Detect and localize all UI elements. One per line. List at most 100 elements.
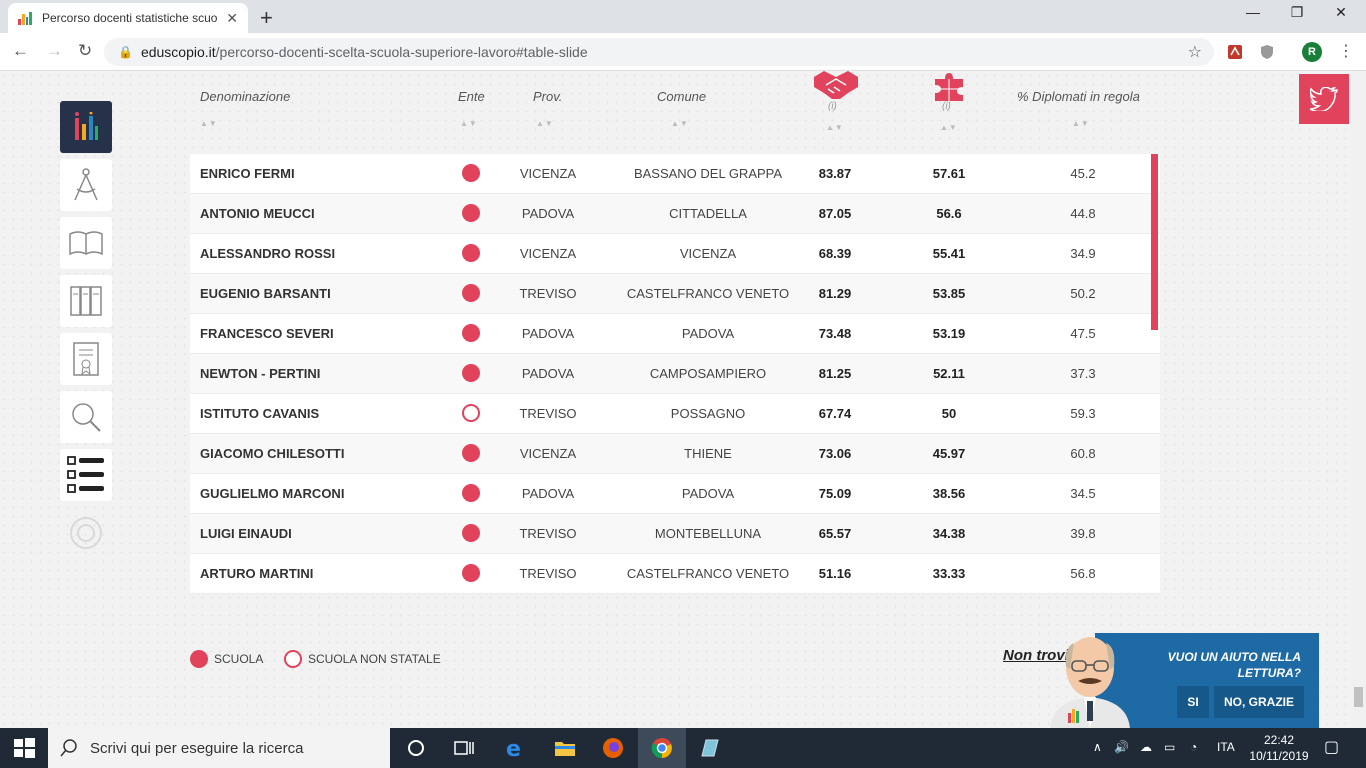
firefox-icon[interactable] [601, 736, 625, 760]
twitter-button[interactable] [1299, 74, 1349, 124]
profile-avatar[interactable]: R [1302, 42, 1322, 62]
cortana-icon[interactable] [404, 736, 428, 760]
scrollbar-thumb[interactable] [1354, 687, 1363, 707]
table-row[interactable]: ALESSANDRO ROSSI VICENZA VICENZA 68.39 55.41… [190, 234, 1160, 274]
table-row[interactable]: EUGENIO BARSANTI TREVISO CASTELFRANCO VENE… [190, 274, 1160, 314]
cell-v1: 81.25 [818, 366, 852, 381]
table-row[interactable]: ARTURO MARTINI TREVISO CASTELFRANCO VENETO… [190, 554, 1160, 594]
minimize-button[interactable]: — [1230, 4, 1276, 20]
header-comune[interactable]: Comune [657, 89, 706, 104]
battery-icon[interactable]: ▭ [1164, 740, 1175, 754]
forward-arrow-icon[interactable]: → [46, 41, 63, 61]
browser-menu-icon[interactable]: ⋮ [1338, 41, 1354, 61]
cell-v3: 37.3 [1070, 366, 1096, 381]
table-row[interactable]: NEWTON - PERTINI PADOVA CAMPOSAMPIERO 81.25… [190, 354, 1160, 394]
help-yes-button[interactable]: SI [1177, 686, 1209, 718]
sidebar-item-certificate[interactable] [60, 333, 112, 385]
sidebar-item-compass[interactable] [60, 159, 112, 211]
windows-taskbar: Scrivi qui per eseguire la ricerca e ∧ 🔊… [0, 728, 1366, 768]
language-indicator[interactable]: ITA [1217, 740, 1235, 754]
header-ente[interactable]: Ente [458, 89, 485, 104]
volume-icon[interactable]: 🔊 [1114, 740, 1129, 754]
cell-name[interactable]: GIACOMO CHILESOTTI [200, 434, 440, 474]
help-no-button[interactable]: NO, GRAZIE [1214, 686, 1304, 718]
reload-icon[interactable]: ↻ [78, 41, 92, 61]
sort-arrows-icon[interactable]: ▲▼ [826, 123, 844, 132]
browser-tab[interactable]: Percorso docenti statistiche scuo ✕ [8, 3, 248, 33]
cell-name[interactable]: LUIGI EINAUDI [200, 514, 440, 554]
header-diplomati[interactable]: % Diplomati in regola [1017, 89, 1140, 104]
outline-dot-icon [462, 404, 480, 423]
sidebar-item-search[interactable] [60, 391, 112, 443]
sort-arrows-icon[interactable]: ▲▼ [1072, 119, 1090, 128]
notebook-app-icon[interactable] [698, 736, 722, 760]
sort-arrows-icon[interactable]: ▲▼ [460, 119, 478, 128]
cell-name[interactable]: EUGENIO BARSANTI [200, 274, 440, 314]
cell-comune: POSSAGNO [670, 406, 746, 421]
table-row[interactable]: FRANCESCO SEVERI PADOVA PADOVA 73.48 53.19 47… [190, 314, 1160, 354]
list-icon [67, 456, 104, 493]
table-scroll-indicator[interactable] [1151, 154, 1158, 330]
cell-ente [451, 194, 491, 234]
cell-name[interactable]: ISTITUTO CAVANIS [200, 394, 440, 434]
cell-name[interactable]: FRANCESCO SEVERI [200, 314, 440, 354]
tray-expand-icon[interactable]: ∧ [1093, 740, 1102, 754]
file-explorer-icon[interactable] [553, 736, 577, 760]
taskbar-clock[interactable]: 22:42 10/11/2019 [1244, 732, 1314, 764]
sort-arrows-icon[interactable]: ▲▼ [200, 119, 218, 128]
sidebar-item-books[interactable] [60, 275, 112, 327]
pdf-extension-icon[interactable] [1227, 44, 1243, 60]
onedrive-icon[interactable]: ☁ [1140, 740, 1152, 754]
notifications-icon[interactable]: ▢ [1324, 737, 1339, 757]
table-row[interactable]: ENRICO FERMI VICENZA BASSANO DEL GRAPPA 83.… [190, 154, 1160, 194]
cell-v1: 51.16 [818, 566, 852, 581]
clock-time: 22:42 [1263, 733, 1295, 747]
window-close-button[interactable]: ✕ [1318, 4, 1364, 21]
cell-prov: PADOVA [521, 206, 575, 221]
table-row[interactable]: LUIGI EINAUDI TREVISO MONTEBELLUNA 65.57 34.… [190, 514, 1160, 554]
sort-arrows-icon[interactable]: ▲▼ [536, 119, 554, 128]
task-view-icon[interactable] [452, 736, 476, 760]
sort-arrows-icon[interactable]: ▲▼ [940, 123, 958, 132]
cell-name[interactable]: NEWTON - PERTINI [200, 354, 440, 394]
table-row[interactable]: GIACOMO CHILESOTTI VICENZA THIENE 73.06 45.9… [190, 434, 1160, 474]
taskbar-search[interactable]: Scrivi qui per eseguire la ricerca [48, 728, 390, 768]
info-icon[interactable]: (i) [942, 101, 951, 112]
cell-name[interactable]: GUGLIELMO MARCONI [200, 474, 440, 514]
restore-button[interactable]: ❐ [1274, 4, 1320, 21]
new-tab-button[interactable]: + [260, 5, 273, 31]
address-toolbar: ← → ↻ 🔒 eduscopio.it /percorso-docenti-s… [0, 33, 1366, 71]
cell-comune: THIENE [684, 446, 732, 461]
table-row[interactable]: ISTITUTO CAVANIS TREVISO POSSAGNO 67.74 50 59… [190, 394, 1160, 434]
cell-v2: 53.85 [932, 286, 966, 301]
compass-icon [74, 168, 98, 201]
filled-dot-icon [190, 650, 208, 668]
sidebar-item-list[interactable] [60, 449, 112, 501]
tab-close-icon[interactable]: ✕ [226, 10, 238, 27]
sort-arrows-icon[interactable]: ▲▼ [671, 119, 689, 128]
url-bar[interactable]: 🔒 eduscopio.it /percorso-docenti-scelta-… [104, 38, 1214, 66]
sidebar-item-book[interactable] [60, 217, 112, 269]
chrome-icon[interactable] [650, 736, 674, 760]
page-scrollbar[interactable] [1351, 71, 1366, 728]
cell-name[interactable]: ANTONIO MEUCCI [200, 194, 440, 234]
windows-start-icon[interactable] [12, 736, 36, 760]
cell-ente [451, 314, 491, 354]
header-prov[interactable]: Prov. [533, 89, 562, 104]
edge-icon[interactable]: e [503, 736, 527, 760]
cell-name[interactable]: ARTURO MARTINI [200, 554, 440, 594]
cell-name[interactable]: ENRICO FERMI [200, 154, 440, 194]
cell-name[interactable]: ALESSANDRO ROSSI [200, 234, 440, 274]
header-denominazione[interactable]: Denominazione [200, 89, 290, 104]
cell-v3: 39.8 [1070, 526, 1096, 541]
shield-extension-icon[interactable] [1259, 44, 1275, 60]
table-row[interactable]: GUGLIELMO MARCONI PADOVA PADOVA 75.09 38.56 3… [190, 474, 1160, 514]
cell-prov: PADOVA [521, 366, 575, 381]
back-arrow-icon[interactable]: ← [12, 41, 29, 61]
bookmark-star-icon[interactable]: ☆ [1188, 42, 1202, 62]
info-icon[interactable]: (i) [828, 101, 837, 112]
table-row[interactable]: ANTONIO MEUCCI PADOVA CITTADELLA 87.05 56.6 4… [190, 194, 1160, 234]
wifi-icon[interactable]: ◔ [1190, 740, 1197, 754]
sidebar-item-pie-chart[interactable] [60, 507, 112, 559]
sidebar-item-statistics[interactable] [60, 101, 112, 153]
